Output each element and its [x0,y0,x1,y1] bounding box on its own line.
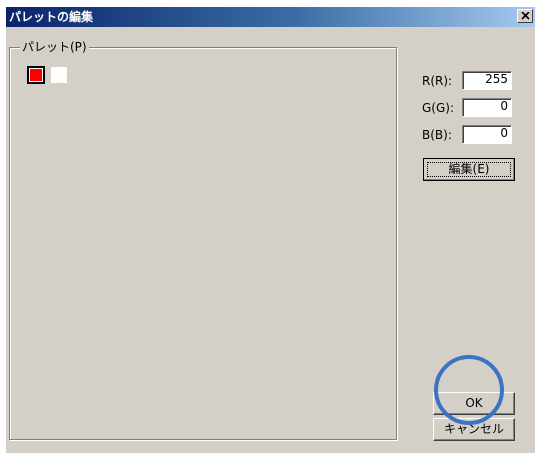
palette-groupbox [9,47,397,440]
edit-button-label: 編集(E) [448,162,490,176]
palette-group-label: パレット(P) [20,39,89,55]
cancel-button[interactable]: キャンセル [433,418,515,441]
ok-button[interactable]: OK [433,392,515,415]
window-title: パレットの編集 [9,10,94,24]
edit-button[interactable]: 編集(E) [423,158,515,181]
b-input[interactable]: 0 [462,125,512,144]
palette-swatch-red[interactable] [27,66,45,84]
r-label: R(R): [422,74,453,88]
palette-swatch-white[interactable] [50,66,68,84]
close-button[interactable] [517,9,533,23]
b-label: B(B): [422,128,452,142]
g-input[interactable]: 0 [462,98,512,117]
r-input[interactable]: 255 [462,71,512,90]
g-label: G(G): [422,101,455,115]
title-bar: パレットの編集 [6,7,535,27]
close-icon [521,12,530,20]
